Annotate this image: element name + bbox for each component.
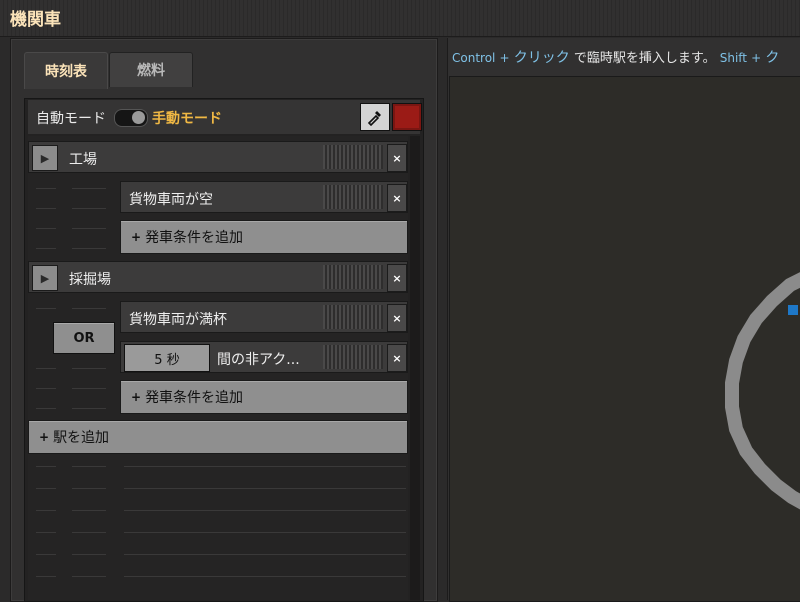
schedule-scrollbar[interactable] [410,136,420,600]
pipette-button[interactable] [360,103,390,131]
remove-station-button[interactable]: × [387,264,407,292]
tab-schedule[interactable]: 時刻表 [24,52,108,89]
pipette-icon [367,111,381,126]
hint-key-control: Control [452,51,496,65]
hint-click: クリック [513,50,570,66]
toggle-knob [132,111,145,124]
station-name: 採掘場 [69,272,111,288]
condition-row[interactable]: 貨物車両が満杯 × [120,301,408,333]
hint-description: で臨時駅を挿入します。 [573,51,716,66]
minimap[interactable] [449,76,800,602]
train-color-swatch[interactable] [392,103,422,131]
progress-bar [323,185,383,209]
hint-text: Control + クリック で臨時駅を挿入します。 Shift + ク [452,47,779,67]
hint-plus: + [499,51,510,65]
play-icon: ▶ [40,271,50,285]
tab-fuel[interactable]: 燃料 [109,52,193,87]
close-icon: × [392,351,402,365]
close-icon: × [392,271,402,285]
station-row-mine[interactable]: ▶ 採掘場 × [28,261,408,293]
remove-condition-button[interactable]: × [387,184,407,212]
hint-plus: + [751,51,762,65]
time-value-field[interactable]: 5 秒 [124,344,210,372]
play-button[interactable]: ▶ [32,265,58,291]
remove-condition-button[interactable]: × [387,304,407,332]
condition-label: 貨物車両が満杯 [129,312,227,328]
add-condition-button[interactable]: + 発車条件を追加 [120,380,408,414]
play-button[interactable]: ▶ [32,145,58,171]
remove-condition-button[interactable]: × [387,344,407,372]
rail-loop-map [725,272,800,510]
progress-bar [323,305,383,329]
mode-toggle-switch[interactable] [114,109,148,127]
close-icon: × [392,311,402,325]
progress-bar [323,265,383,289]
close-icon: × [392,191,402,205]
auto-mode-label[interactable]: 自動モード [36,108,106,128]
add-station-button[interactable]: + 駅を追加 [28,420,408,454]
play-icon: ▶ [40,151,50,165]
station-row-factory[interactable]: ▶ 工場 × [28,141,408,173]
close-icon: × [392,151,402,165]
progress-bar [323,345,383,369]
hint-key-shift: Shift [719,51,747,65]
condition-label: 貨物車両が空 [129,192,213,208]
plus-icon: + [39,430,50,444]
add-condition-button[interactable]: + 発車条件を追加 [120,220,408,254]
plus-icon: + [131,390,142,404]
progress-bar [323,145,383,169]
condition-label: 間の非アク... [217,352,300,368]
condition-row[interactable]: 貨物車両が空 × [120,181,408,213]
add-station-label: 駅を追加 [53,430,110,446]
add-condition-label: 発車条件を追加 [145,230,244,246]
station-name: 工場 [69,152,97,168]
window-title: 機関車 [10,10,61,30]
title-bar: 機関車 [0,0,800,37]
or-connector-button[interactable]: OR [53,322,115,354]
plus-icon: + [131,230,142,244]
remove-station-button[interactable]: × [387,144,407,172]
add-condition-label: 発車条件を追加 [145,390,244,406]
hint-click-truncated: ク [765,50,780,66]
manual-mode-label[interactable]: 手動モード [152,108,222,128]
